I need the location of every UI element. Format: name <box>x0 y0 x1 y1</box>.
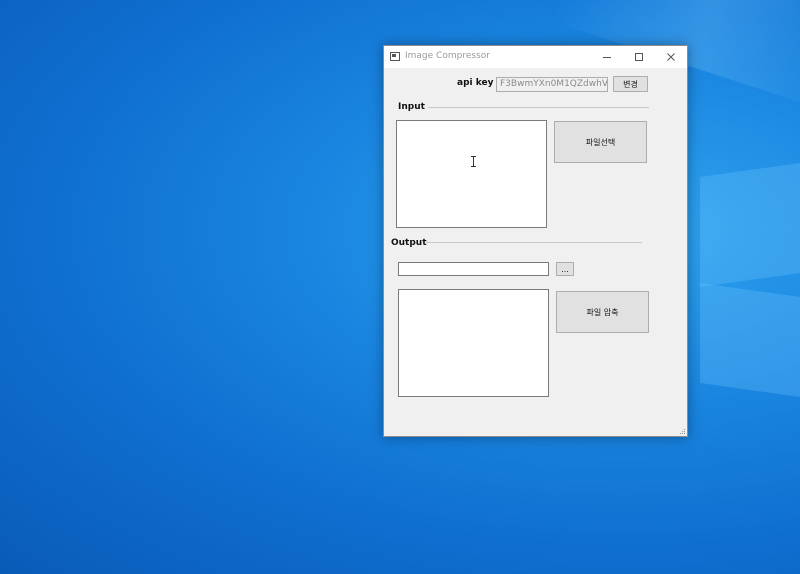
api-key-field[interactable]: F3BwmYXn0M1QZdwhVZs <box>496 77 608 92</box>
input-group-divider <box>428 107 649 108</box>
windows-logo-pane <box>700 162 800 288</box>
maximize-button[interactable] <box>623 46 655 68</box>
windows-logo-pane <box>700 282 800 398</box>
minimize-button[interactable] <box>591 46 623 68</box>
title-bar[interactable]: Image Compressor <box>384 46 687 68</box>
output-path-field[interactable] <box>398 262 549 276</box>
compress-file-button[interactable]: 파일 압축 <box>556 291 649 333</box>
select-file-button[interactable]: 파일선택 <box>554 121 647 163</box>
maximize-icon <box>635 53 643 61</box>
minimize-icon <box>603 57 611 58</box>
app-window-icon <box>390 52 400 61</box>
resize-grip-icon[interactable] <box>678 427 686 435</box>
output-file-list[interactable] <box>398 289 549 397</box>
text-cursor-icon <box>471 156 476 167</box>
input-group-label: Input <box>398 102 425 112</box>
api-key-label: api key <box>457 78 494 88</box>
close-icon <box>667 53 675 61</box>
close-button[interactable] <box>655 46 687 68</box>
browse-output-button[interactable]: ... <box>556 262 574 276</box>
output-group-divider <box>426 242 642 243</box>
change-api-key-button[interactable]: 변경 <box>613 76 648 92</box>
app-window: Image Compressor api key F3BwmYXn0M1QZdw… <box>383 45 688 437</box>
input-file-list[interactable] <box>396 120 547 228</box>
output-group-label: Output <box>391 238 427 248</box>
desktop-background: Image Compressor api key F3BwmYXn0M1QZdw… <box>0 0 800 574</box>
window-title: Image Compressor <box>405 51 490 61</box>
